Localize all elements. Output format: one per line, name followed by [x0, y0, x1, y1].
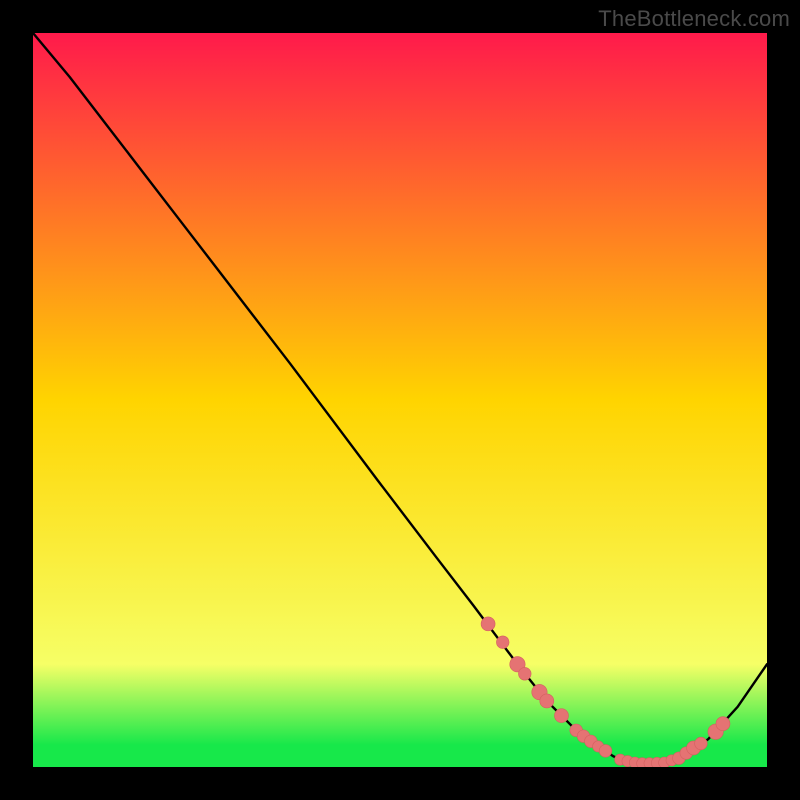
- chart-frame: TheBottleneck.com: [0, 0, 800, 800]
- chart-svg: [33, 33, 767, 767]
- data-marker: [518, 667, 531, 680]
- watermark-text: TheBottleneck.com: [598, 6, 790, 32]
- data-marker: [496, 636, 509, 649]
- data-marker: [481, 617, 495, 631]
- data-marker: [695, 737, 708, 750]
- data-marker: [540, 694, 554, 708]
- plot-area: [33, 33, 767, 767]
- data-marker: [716, 717, 730, 731]
- data-marker: [599, 745, 612, 758]
- data-marker: [554, 709, 568, 723]
- gradient-background: [33, 33, 767, 767]
